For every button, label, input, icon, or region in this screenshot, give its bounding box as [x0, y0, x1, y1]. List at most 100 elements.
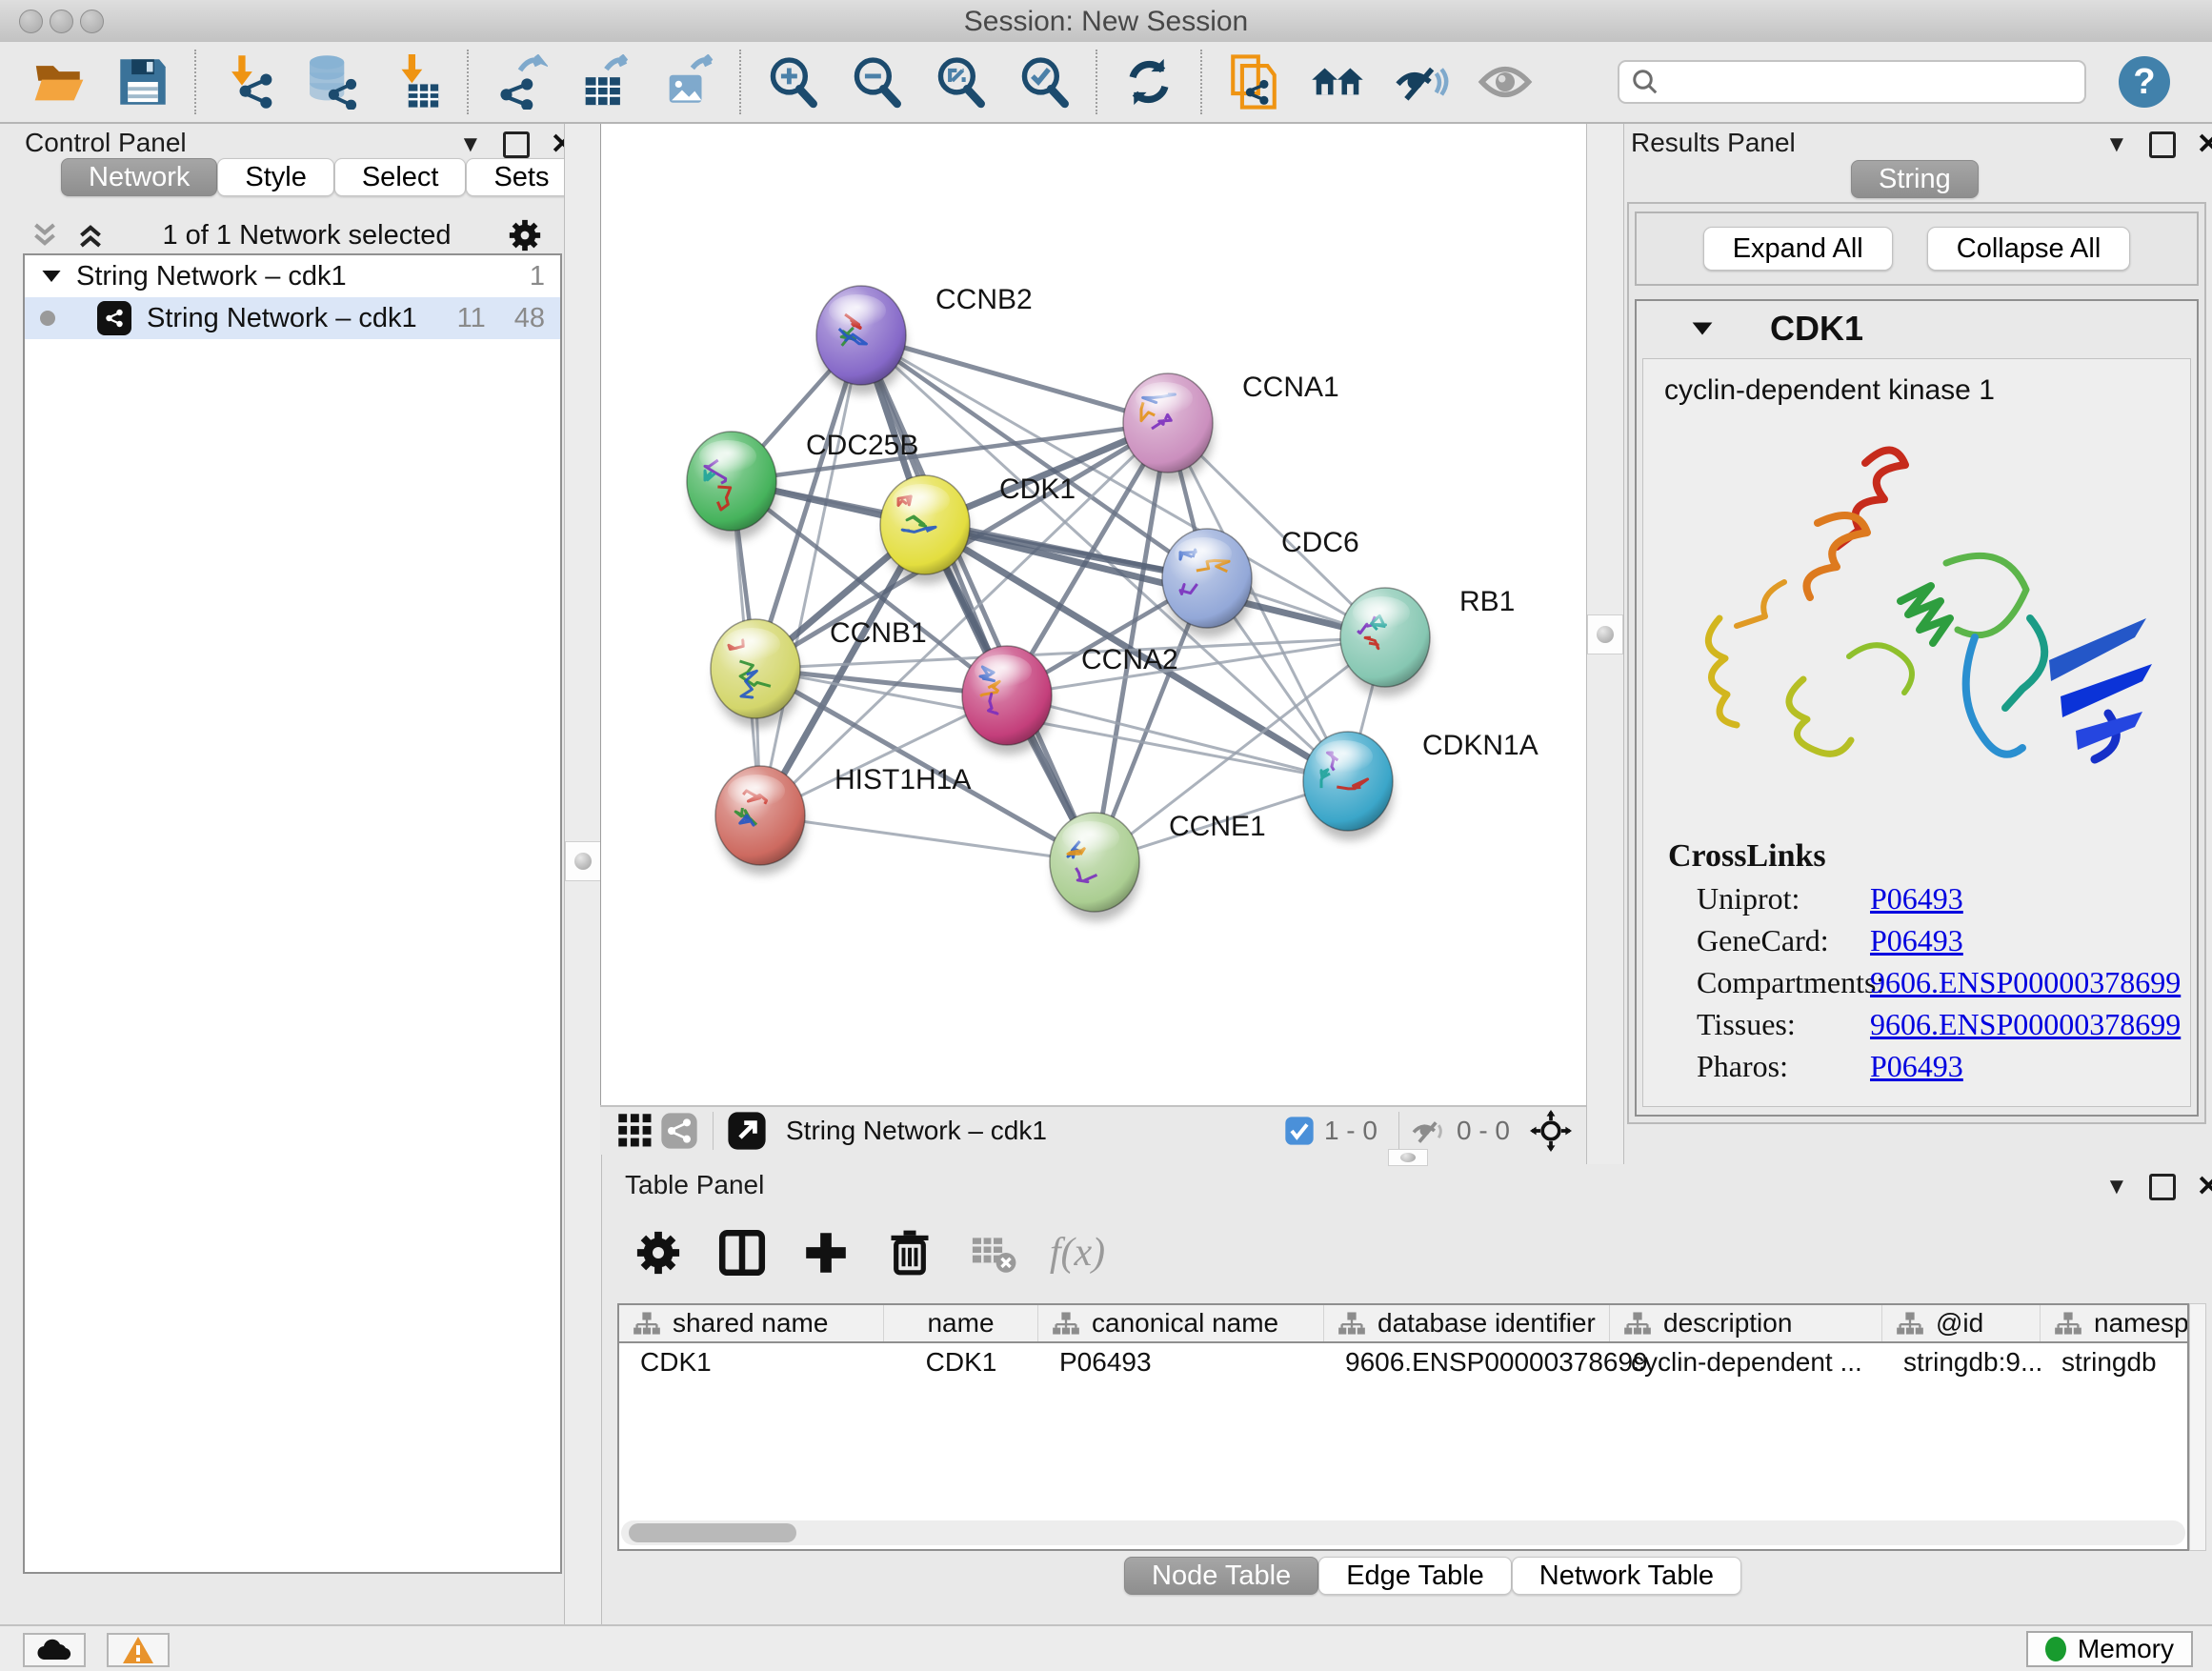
- open-in-new-window-button[interactable]: [725, 1109, 769, 1153]
- network-node-HIST1H1A[interactable]: HIST1H1A: [715, 764, 971, 875]
- expand-all-button[interactable]: Expand All: [1703, 227, 1893, 271]
- expand-all-icon[interactable]: [74, 221, 107, 250]
- tree-expander-icon[interactable]: [40, 267, 63, 286]
- tab-network[interactable]: Network: [61, 158, 217, 196]
- collapse-all-button[interactable]: Collapse All: [1927, 227, 2131, 271]
- table-horizontal-scrollbar[interactable]: [621, 1520, 2185, 1545]
- cloud-status-button[interactable]: [23, 1633, 86, 1667]
- zoom-selected-button[interactable]: [1002, 48, 1086, 116]
- left-splitter-handle[interactable]: [565, 841, 601, 881]
- export-image-button[interactable]: [646, 48, 730, 116]
- tab-sets[interactable]: Sets: [466, 158, 576, 196]
- warnings-button[interactable]: [107, 1633, 170, 1667]
- tab-select[interactable]: Select: [334, 158, 467, 196]
- maximize-panel-icon[interactable]: [2149, 131, 2176, 158]
- create-column-button[interactable]: [796, 1223, 855, 1282]
- import-network-database-button[interactable]: [290, 48, 373, 116]
- table-cell[interactable]: CDK1: [619, 1343, 884, 1381]
- crosslink-row: Pharos:P06493: [1697, 1049, 2190, 1084]
- crosslink-link[interactable]: 9606.ENSP00000378699: [1870, 1007, 2181, 1041]
- float-panel-icon[interactable]: ▼: [2105, 1174, 2128, 1200]
- delete-column-button[interactable]: [880, 1223, 939, 1282]
- network-collection-row[interactable]: String Network – cdk1 1: [25, 255, 560, 297]
- zoom-in-button[interactable]: [751, 48, 835, 116]
- network-edge[interactable]: [760, 815, 1095, 862]
- table-settings-button[interactable]: [629, 1223, 688, 1282]
- network-canvas[interactable]: CCNB2CCNA1CDC25BCDK1CDC6RB1CCNB1CCNA2CDK…: [600, 124, 1586, 1105]
- network-node-CDKN1A[interactable]: CDKN1A: [1303, 730, 1538, 840]
- birdseye-view-button[interactable]: [1529, 1109, 1573, 1153]
- float-panel-icon[interactable]: ▼: [2105, 131, 2128, 158]
- column-header--id[interactable]: @id: [1882, 1305, 2041, 1341]
- table-row[interactable]: CDK1CDK1P064939606.ENSP00000378699cyclin…: [619, 1343, 2187, 1381]
- column-header-database-identifier[interactable]: database identifier: [1324, 1305, 1610, 1341]
- network-edge[interactable]: [760, 423, 1168, 815]
- export-table-button[interactable]: [562, 48, 646, 116]
- zoom-out-button[interactable]: [835, 48, 918, 116]
- crosslink-link[interactable]: 9606.ENSP00000378699: [1870, 965, 2181, 999]
- network-view[interactable]: CCNB2CCNA1CDC25BCDK1CDC6RB1CCNB1CCNA2CDK…: [601, 124, 1587, 1105]
- help-button[interactable]: ?: [2119, 56, 2170, 108]
- search-input[interactable]: [1659, 67, 2073, 98]
- import-network-file-button[interactable]: [206, 48, 290, 116]
- float-panel-icon[interactable]: ▼: [459, 131, 482, 158]
- table-vertical-scrollbar[interactable]: [2189, 1303, 2206, 1551]
- column-header-description[interactable]: description: [1610, 1305, 1882, 1341]
- collapse-section-icon[interactable]: [1690, 318, 1715, 339]
- maximize-panel-icon[interactable]: [2149, 1174, 2176, 1200]
- delete-table-button[interactable]: [964, 1223, 1023, 1282]
- function-builder-button[interactable]: f(x): [1048, 1223, 1107, 1282]
- column-header-canonical-name[interactable]: canonical name: [1038, 1305, 1324, 1341]
- network-options-gear-icon[interactable]: [507, 217, 543, 253]
- node-table[interactable]: shared namenamecanonical namedatabase id…: [617, 1303, 2189, 1551]
- tab-edge-table[interactable]: Edge Table: [1318, 1557, 1512, 1595]
- network-node-CDK1[interactable]: CDK1: [880, 473, 1076, 584]
- network-type-icon: [97, 301, 131, 335]
- crosslink-link[interactable]: P06493: [1870, 881, 1963, 916]
- network-row-selected[interactable]: String Network – cdk1 11 48: [25, 297, 560, 339]
- tab-network-table[interactable]: Network Table: [1512, 1557, 1741, 1595]
- column-header-shared-name[interactable]: shared name: [619, 1305, 884, 1341]
- memory-button[interactable]: Memory: [2026, 1631, 2193, 1667]
- column-header-name[interactable]: name: [884, 1305, 1038, 1341]
- table-cell[interactable]: P06493: [1038, 1343, 1324, 1381]
- hide-selected-button[interactable]: [1379, 48, 1463, 116]
- table-cell[interactable]: cyclin-dependent ...: [1610, 1343, 1882, 1381]
- tab-style[interactable]: Style: [217, 158, 333, 196]
- selected-checkbox-icon[interactable]: [1284, 1116, 1315, 1146]
- network-node-RB1[interactable]: RB1: [1340, 586, 1515, 696]
- save-session-button[interactable]: [101, 48, 185, 116]
- close-panel-icon[interactable]: ✕: [2197, 128, 2212, 161]
- export-network-button[interactable]: [478, 48, 562, 116]
- table-cell[interactable]: stringdb:9...: [1882, 1343, 2041, 1381]
- network-node-CCNA1[interactable]: CCNA1: [1123, 372, 1339, 482]
- crosslink-link[interactable]: P06493: [1870, 1049, 1963, 1083]
- show-all-button[interactable]: [1463, 48, 1547, 116]
- table-cell[interactable]: CDK1: [884, 1343, 1038, 1381]
- refresh-button[interactable]: [1107, 48, 1191, 116]
- import-table-button[interactable]: [373, 48, 457, 116]
- right-splitter-handle[interactable]: [1587, 614, 1623, 654]
- horizontal-splitter-handle[interactable]: [1388, 1149, 1428, 1166]
- close-panel-icon[interactable]: ✕: [2197, 1170, 2212, 1203]
- network-node-CCNE1[interactable]: CCNE1: [1050, 811, 1266, 921]
- open-session-button[interactable]: [17, 48, 101, 116]
- scrollbar-thumb[interactable]: [629, 1523, 796, 1542]
- gene-section-header[interactable]: CDK1: [1637, 301, 2197, 356]
- network-view-type-button[interactable]: [657, 1109, 701, 1153]
- table-cell[interactable]: 9606.ENSP00000378699: [1324, 1343, 1610, 1381]
- string-home-button[interactable]: [1296, 48, 1379, 116]
- tab-node-table[interactable]: Node Table: [1124, 1557, 1318, 1595]
- maximize-panel-icon[interactable]: [503, 131, 530, 158]
- crosslink-link[interactable]: P06493: [1870, 923, 1963, 957]
- new-network-from-selection-button[interactable]: [1212, 48, 1296, 116]
- tab-string[interactable]: String: [1851, 160, 1979, 198]
- network-edge[interactable]: [760, 335, 861, 815]
- zoom-fit-button[interactable]: [918, 48, 1002, 116]
- toggle-column-view-button[interactable]: [713, 1223, 772, 1282]
- grid-view-button[interactable]: [613, 1109, 657, 1153]
- table-cell[interactable]: stringdb: [2041, 1343, 2189, 1381]
- collapse-all-icon[interactable]: [29, 221, 61, 250]
- node-label: CDK1: [999, 473, 1076, 505]
- column-header-namespace[interactable]: namespace: [2041, 1305, 2189, 1341]
